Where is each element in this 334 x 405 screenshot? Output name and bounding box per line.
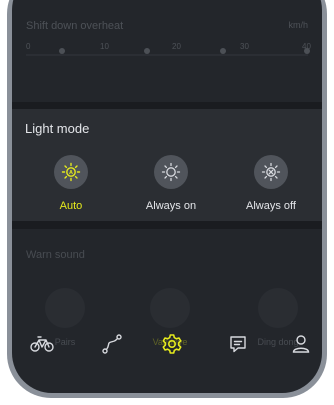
slider-dot bbox=[144, 48, 150, 54]
light-mode-card: Light mode A Auto Always on Always off bbox=[12, 109, 322, 221]
section-divider bbox=[12, 102, 322, 109]
light-mode-option-always-off[interactable]: Always off bbox=[226, 155, 316, 212]
bike-icon bbox=[30, 336, 54, 352]
light-always-off-button[interactable] bbox=[254, 155, 288, 189]
slider-tick-label: 20 bbox=[172, 42, 181, 51]
tab-settings[interactable] bbox=[155, 327, 189, 361]
background-lower-title: Warn sound bbox=[26, 249, 85, 261]
slider-dot bbox=[220, 48, 226, 54]
slider-tick-label: 0 bbox=[26, 42, 31, 51]
background-panel-bottom: Warn sound Pairs Varidrive Ding dong bbox=[12, 229, 322, 393]
background-panel-title: Shift down overheat bbox=[26, 20, 124, 32]
route-icon bbox=[102, 334, 122, 354]
light-mode-option-label: Always off bbox=[246, 200, 296, 212]
bottom-tab-bar bbox=[12, 327, 322, 361]
light-always-on-button[interactable] bbox=[154, 155, 188, 189]
slider-tick-label: 10 bbox=[100, 42, 109, 51]
background-option-circle bbox=[258, 288, 298, 328]
light-mode-option-auto[interactable]: A Auto bbox=[26, 155, 116, 212]
chat-icon bbox=[230, 336, 246, 353]
background-slider-track bbox=[26, 54, 308, 56]
background-panel-unit: km/h bbox=[288, 20, 308, 30]
tab-messages[interactable] bbox=[221, 327, 255, 361]
background-panel-top: Shift down overheat km/h 0 10 20 30 40 bbox=[12, 0, 322, 72]
background-option-circle bbox=[150, 288, 190, 328]
svg-text:A: A bbox=[69, 170, 73, 176]
slider-dot bbox=[304, 48, 310, 54]
slider-dot bbox=[59, 48, 65, 54]
tab-profile[interactable] bbox=[284, 327, 318, 361]
sun-auto-icon: A bbox=[61, 162, 81, 182]
light-mode-option-label: Auto bbox=[59, 200, 83, 212]
app-screen: Shift down overheat km/h 0 10 20 30 40 L… bbox=[12, 0, 322, 393]
light-mode-title: Light mode bbox=[25, 121, 90, 136]
background-option-circle bbox=[45, 288, 85, 328]
tab-bike[interactable] bbox=[25, 327, 59, 361]
light-mode-option-label: Always on bbox=[145, 200, 197, 212]
user-icon bbox=[292, 335, 310, 353]
tab-route[interactable] bbox=[95, 327, 129, 361]
sun-off-icon bbox=[261, 162, 281, 182]
sun-icon bbox=[161, 162, 181, 182]
slider-tick-label: 30 bbox=[240, 42, 249, 51]
light-mode-option-always-on[interactable]: Always on bbox=[126, 155, 216, 212]
settings-gear-icon bbox=[162, 334, 182, 354]
light-auto-button[interactable]: A bbox=[54, 155, 88, 189]
section-divider bbox=[12, 221, 322, 229]
